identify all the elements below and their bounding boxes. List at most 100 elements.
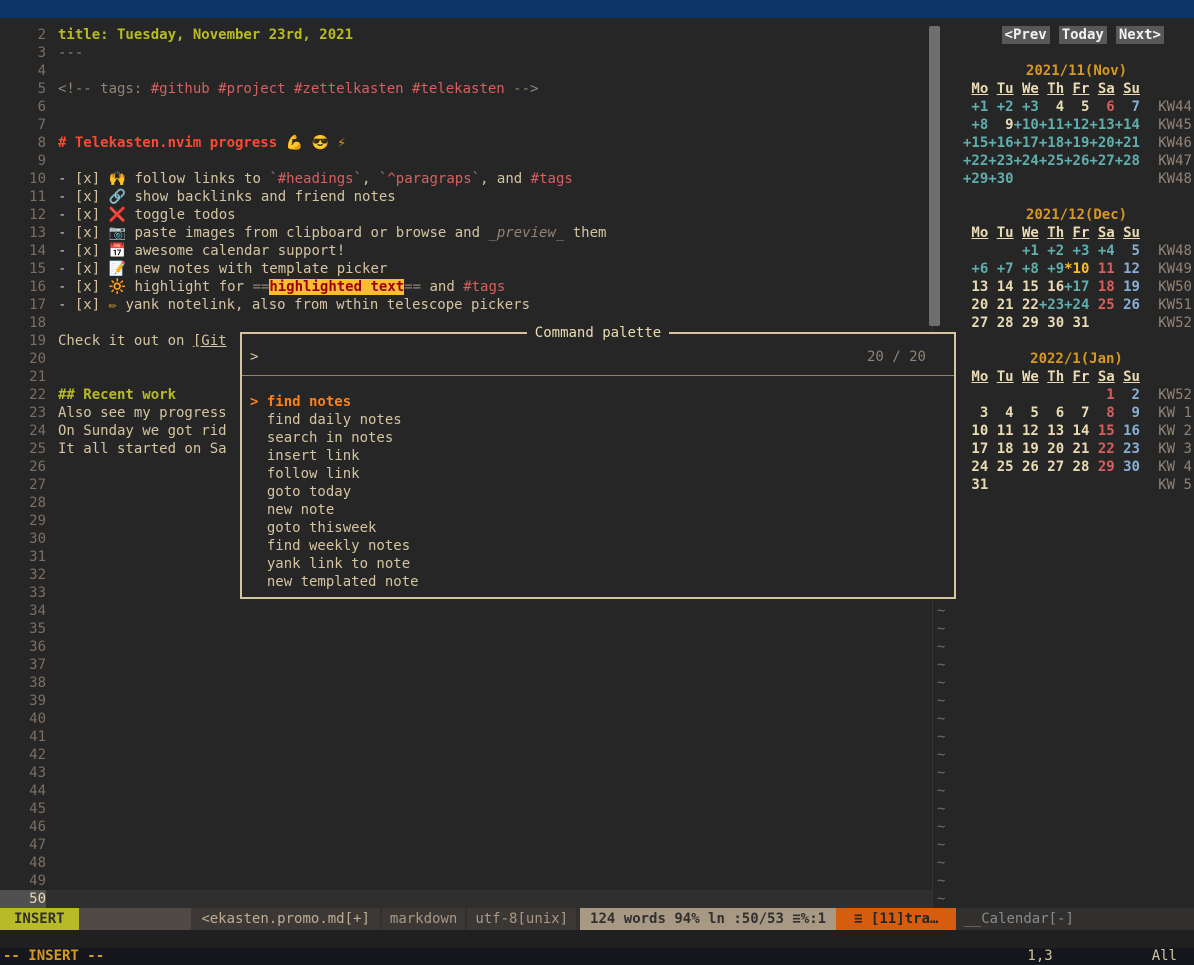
editor-line[interactable]: 48 xyxy=(0,854,933,872)
editor-line[interactable]: 34 xyxy=(0,602,933,620)
calendar-day[interactable]: +11 xyxy=(1039,116,1064,134)
calendar-day[interactable]: +3 xyxy=(1014,98,1039,116)
palette-item[interactable]: search in notes xyxy=(242,429,954,447)
calendar-day[interactable]: 1 xyxy=(1089,386,1114,404)
palette-prompt[interactable]: > 20 / 20 xyxy=(242,348,954,366)
calendar-day[interactable]: 18 xyxy=(988,440,1013,458)
command-line[interactable]: :lua require('telekasten').panel() xyxy=(0,930,1194,948)
calendar-day[interactable]: 21 xyxy=(988,296,1013,314)
editor-line[interactable]: 5<!-- tags: #github #project #zettelkast… xyxy=(0,80,933,98)
calendar-day[interactable]: 28 xyxy=(1064,458,1089,476)
calendar-day[interactable]: +20 xyxy=(1089,134,1114,152)
calendar-day[interactable]: 20 xyxy=(963,296,988,314)
editor-line[interactable]: 8# Telekasten.nvim progress 💪 😎 ⚡ xyxy=(0,134,933,152)
editor-line[interactable]: 6 xyxy=(0,98,933,116)
calendar-day[interactable]: 6 xyxy=(1089,98,1114,116)
calendar-day[interactable]: +23 xyxy=(988,152,1013,170)
palette-item[interactable]: find daily notes xyxy=(242,411,954,429)
calendar-day[interactable]: 21 xyxy=(1064,440,1089,458)
calendar-day[interactable]: +16 xyxy=(988,134,1013,152)
editor-line[interactable]: 49 xyxy=(0,872,933,890)
calendar-day[interactable]: 26 xyxy=(1115,296,1140,314)
palette-item[interactable]: insert link xyxy=(242,447,954,465)
calendar-day[interactable]: 24 xyxy=(963,458,988,476)
calendar-day[interactable]: 22 xyxy=(1089,440,1114,458)
editor-line[interactable]: 40 xyxy=(0,710,933,728)
calendar-day[interactable]: 27 xyxy=(963,314,988,332)
editor-line[interactable]: 4 xyxy=(0,62,933,80)
calendar-day[interactable]: 17 xyxy=(963,440,988,458)
calendar-day[interactable]: 4 xyxy=(988,404,1013,422)
calendar-day[interactable]: 16 xyxy=(1039,278,1064,296)
calendar-day[interactable]: +15 xyxy=(963,134,988,152)
calendar-day[interactable]: +17 xyxy=(1064,278,1089,296)
palette-item[interactable]: goto thisweek xyxy=(242,519,954,537)
calendar-day[interactable]: 31 xyxy=(963,476,988,494)
calendar-day[interactable]: 18 xyxy=(1089,278,1114,296)
calendar-day[interactable]: +26 xyxy=(1064,152,1089,170)
calendar-day[interactable]: +6 xyxy=(963,260,988,278)
calendar-day[interactable]: 23 xyxy=(1115,440,1140,458)
calendar-day[interactable]: +8 xyxy=(963,116,988,134)
calendar-day[interactable]: 14 xyxy=(988,278,1013,296)
calendar-day[interactable]: +19 xyxy=(1064,134,1089,152)
editor-line[interactable]: 36 xyxy=(0,638,933,656)
calendar-day[interactable]: 15 xyxy=(1014,278,1039,296)
editor-line[interactable]: 2title: Tuesday, November 23rd, 2021 xyxy=(0,26,933,44)
calendar-day[interactable]: +7 xyxy=(988,260,1013,278)
editor-line[interactable]: 38 xyxy=(0,674,933,692)
calendar-day[interactable]: 13 xyxy=(963,278,988,296)
editor-line[interactable]: 9 xyxy=(0,152,933,170)
palette-item[interactable]: yank link to note xyxy=(242,555,954,573)
calendar-day[interactable]: 11 xyxy=(988,422,1013,440)
editor-line[interactable]: 10- [x] 🙌 follow links to `#headings`, `… xyxy=(0,170,933,188)
calendar-day[interactable]: 29 xyxy=(1089,458,1114,476)
calendar-day[interactable]: +9 xyxy=(1039,260,1064,278)
editor-line[interactable]: 39 xyxy=(0,692,933,710)
calendar-day[interactable]: 10 xyxy=(963,422,988,440)
calendar-day[interactable]: 19 xyxy=(1115,278,1140,296)
calendar-day[interactable]: 12 xyxy=(1115,260,1140,278)
calendar-day[interactable]: +17 xyxy=(1014,134,1039,152)
calendar-day[interactable]: +10 xyxy=(1014,116,1039,134)
calendar-day[interactable]: +4 xyxy=(1089,242,1114,260)
editor-line[interactable]: 11- [x] 🔗 show backlinks and friend note… xyxy=(0,188,933,206)
calendar-day[interactable]: 8 xyxy=(1089,404,1114,422)
editor-line[interactable]: 7 xyxy=(0,116,933,134)
editor-line[interactable]: 12- [x] ❌ toggle todos xyxy=(0,206,933,224)
editor-line[interactable]: 37 xyxy=(0,656,933,674)
editor-line[interactable]: 17- [x] ✏ yank notelink, also from wthin… xyxy=(0,296,933,314)
calendar-day[interactable]: 31 xyxy=(1064,314,1089,332)
calendar-day[interactable]: +1 xyxy=(963,98,988,116)
calendar-day[interactable]: 29 xyxy=(1014,314,1039,332)
calendar-day[interactable]: +22 xyxy=(963,152,988,170)
calendar-day[interactable]: +2 xyxy=(988,98,1013,116)
editor-line[interactable]: 45 xyxy=(0,800,933,818)
calendar-day[interactable]: 30 xyxy=(1039,314,1064,332)
editor-line[interactable]: 41 xyxy=(0,728,933,746)
calendar-day[interactable]: +12 xyxy=(1064,116,1089,134)
calendar-day[interactable]: 25 xyxy=(1089,296,1114,314)
editor-line[interactable]: 35 xyxy=(0,620,933,638)
calendar-day[interactable]: +28 xyxy=(1115,152,1140,170)
calendar-day[interactable]: +24 xyxy=(1064,296,1089,314)
calendar-day[interactable]: 16 xyxy=(1115,422,1140,440)
calendar-day[interactable]: 15 xyxy=(1089,422,1114,440)
calendar-day[interactable]: +2 xyxy=(1039,242,1064,260)
calendar-day[interactable]: +1 xyxy=(1014,242,1039,260)
calendar-day[interactable]: 9 xyxy=(1115,404,1140,422)
calendar-day[interactable]: +21 xyxy=(1115,134,1140,152)
calendar-day[interactable]: +30 xyxy=(988,170,1013,188)
calendar-day[interactable]: 3 xyxy=(963,404,988,422)
calendar-next-button[interactable]: Next> xyxy=(1116,26,1164,44)
editor-line[interactable]: 3--- xyxy=(0,44,933,62)
palette-item[interactable]: find weekly notes xyxy=(242,537,954,555)
editor-line[interactable]: 43 xyxy=(0,764,933,782)
editor-line[interactable]: 15- [x] 📝 new notes with template picker xyxy=(0,260,933,278)
calendar-day[interactable]: +14 xyxy=(1115,116,1140,134)
calendar-day[interactable]: 14 xyxy=(1064,422,1089,440)
palette-item[interactable]: > find notes xyxy=(242,393,954,411)
calendar-day[interactable]: 20 xyxy=(1039,440,1064,458)
editor-line[interactable]: 16- [x] 🔆 highlight for ==highlighted te… xyxy=(0,278,933,296)
calendar-day[interactable]: 7 xyxy=(1115,98,1140,116)
